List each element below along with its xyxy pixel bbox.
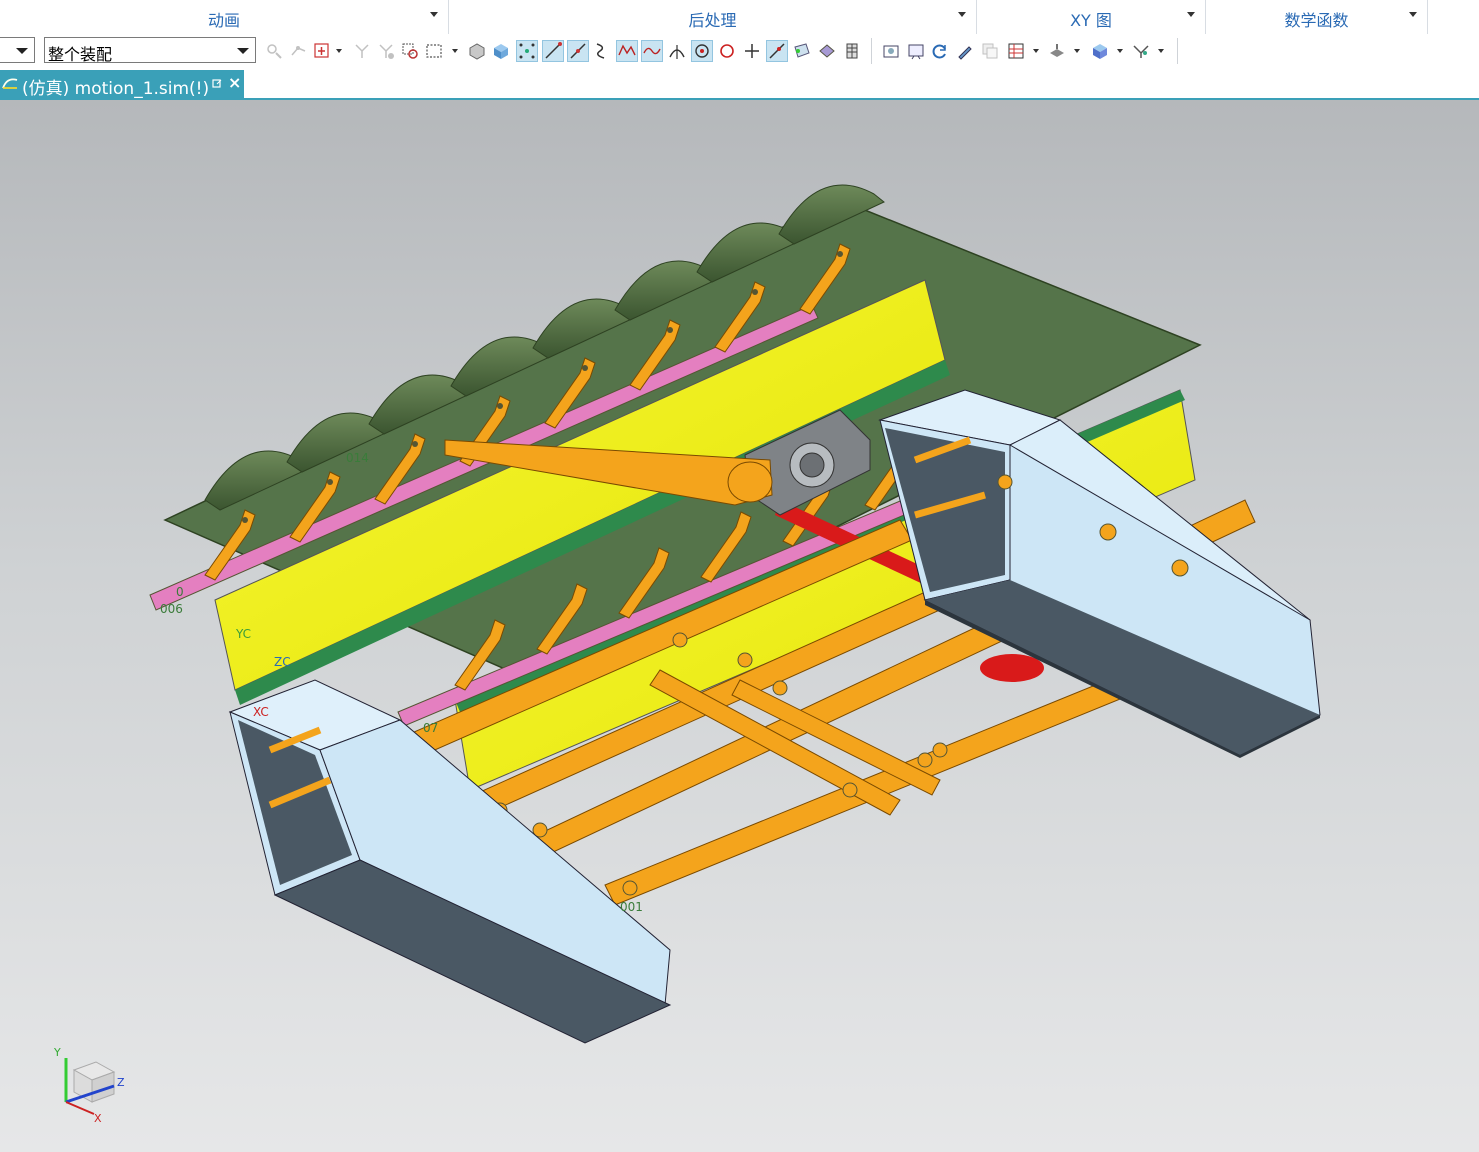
hex-nut bbox=[917, 752, 933, 768]
display-icon[interactable] bbox=[906, 41, 926, 61]
ribbon-group-xy-graph[interactable]: XY 图 bbox=[977, 0, 1206, 34]
control-point-icon[interactable] bbox=[641, 40, 663, 62]
model-label: 014 bbox=[346, 451, 369, 465]
ribbon-group-label: 动画 bbox=[207, 11, 240, 30]
layer-icon[interactable] bbox=[980, 41, 1000, 61]
ribbon-group-bar: 动画 后处理 XY 图 数学函数 bbox=[0, 0, 1479, 34]
red-cam-disc[interactable] bbox=[980, 654, 1044, 682]
model-label: 006 bbox=[160, 602, 183, 616]
hex-nut bbox=[842, 782, 858, 798]
chevron-down-icon[interactable] bbox=[1117, 49, 1123, 53]
surface-icon[interactable] bbox=[792, 41, 812, 61]
line-snap-icon[interactable] bbox=[542, 40, 564, 62]
chevron-down-icon[interactable] bbox=[1158, 49, 1164, 53]
tangent-icon[interactable] bbox=[667, 41, 687, 61]
chevron-down-icon[interactable] bbox=[1409, 12, 1417, 17]
document-tab[interactable]: (仿真) motion_1.sim(!) × bbox=[0, 70, 244, 99]
chevron-down-icon[interactable] bbox=[1033, 49, 1039, 53]
ribbon-group-label: 后处理 bbox=[688, 11, 737, 30]
hex-nut bbox=[932, 742, 948, 758]
selection-filter-combo[interactable] bbox=[0, 37, 35, 63]
table-icon[interactable] bbox=[1006, 41, 1026, 61]
filter-deselect-icon[interactable] bbox=[376, 41, 396, 61]
triad-z-label: Z bbox=[117, 1076, 125, 1089]
wcs-x-label: XC bbox=[253, 705, 269, 719]
wcs-z-label: ZC bbox=[274, 655, 291, 669]
bolt bbox=[242, 517, 248, 523]
link-arm-eye bbox=[727, 461, 773, 503]
point-on-curve-icon[interactable] bbox=[289, 41, 309, 61]
hex-nut bbox=[622, 880, 638, 896]
cross-icon[interactable] bbox=[742, 41, 762, 61]
document-tab-title: (仿真) motion_1.sim(!) bbox=[22, 79, 210, 99]
chevron-down-icon bbox=[16, 48, 28, 54]
selection-toolbar: 整个装配 bbox=[0, 34, 1479, 68]
chevron-down-icon[interactable] bbox=[430, 12, 438, 17]
bolt bbox=[412, 441, 418, 447]
ribbon-group-postprocessing[interactable]: 后处理 bbox=[449, 0, 977, 34]
undock-icon[interactable] bbox=[212, 79, 222, 89]
hex-nut bbox=[737, 652, 753, 668]
chevron-down-icon[interactable] bbox=[1074, 49, 1080, 53]
midpoint-icon[interactable] bbox=[567, 40, 589, 62]
shaded-cube-icon[interactable] bbox=[491, 41, 511, 61]
triad-y-label: Y bbox=[53, 1046, 61, 1059]
edit-icon[interactable] bbox=[955, 41, 975, 61]
bolt bbox=[837, 251, 843, 257]
rectangle-select-icon[interactable] bbox=[424, 41, 444, 61]
model-label: 07 bbox=[423, 721, 438, 735]
chevron-down-icon bbox=[237, 48, 249, 54]
graphics-viewport[interactable]: 014 0 006 YC ZC XC 07 001 Y Z X bbox=[0, 100, 1479, 1152]
render-icon[interactable] bbox=[881, 41, 901, 61]
toolbar-separator bbox=[1177, 38, 1178, 64]
select-all-icon[interactable] bbox=[400, 41, 420, 61]
assembly-scope-value: 整个装配 bbox=[48, 45, 113, 64]
toolbar-separator bbox=[871, 38, 872, 64]
snap-icon[interactable] bbox=[264, 41, 284, 61]
view-triad[interactable]: Y Z X bbox=[44, 1040, 134, 1130]
grid-icon[interactable] bbox=[842, 41, 862, 61]
document-tab-strip: (仿真) motion_1.sim(!) × bbox=[0, 68, 1479, 100]
ribbon-group-label: 数学函数 bbox=[1284, 11, 1349, 30]
line-point-icon[interactable] bbox=[766, 40, 788, 62]
vertex-snap-icon[interactable] bbox=[516, 40, 538, 62]
refresh-icon[interactable] bbox=[930, 41, 950, 61]
chevron-down-icon[interactable] bbox=[1187, 12, 1195, 17]
bolt bbox=[327, 479, 333, 485]
orient-icon[interactable] bbox=[1047, 41, 1067, 61]
center-icon[interactable] bbox=[691, 40, 713, 62]
circle-icon[interactable] bbox=[717, 41, 737, 61]
ribbon-group-animation[interactable]: 动画 bbox=[0, 0, 449, 34]
close-icon[interactable]: × bbox=[228, 73, 241, 92]
ribbon-group-label: XY 图 bbox=[1070, 11, 1112, 30]
hex-nut bbox=[772, 680, 788, 696]
conveyor-assembly-model[interactable]: 014 0 006 YC ZC XC 07 001 bbox=[0, 100, 1479, 1152]
bolt bbox=[497, 403, 503, 409]
assembly-scope-combo[interactable]: 整个装配 bbox=[44, 37, 256, 64]
cube-icon[interactable] bbox=[1090, 41, 1110, 61]
chevron-down-icon[interactable] bbox=[336, 49, 342, 53]
bolt bbox=[582, 365, 588, 371]
ribbon-group-math-functions[interactable]: 数学函数 bbox=[1206, 0, 1428, 34]
select-box-icon[interactable] bbox=[312, 41, 332, 61]
bolt bbox=[752, 289, 758, 295]
bolt bbox=[667, 327, 673, 333]
model-label: 001 bbox=[620, 900, 643, 914]
triad-x-label: X bbox=[94, 1112, 102, 1125]
filter-funnel-icon[interactable] bbox=[1131, 41, 1151, 61]
hex-nut bbox=[672, 632, 688, 648]
quadrant-icon[interactable] bbox=[817, 41, 837, 61]
chevron-down-icon[interactable] bbox=[958, 12, 966, 17]
spline-icon[interactable] bbox=[616, 40, 638, 62]
model-label: 0 bbox=[176, 585, 184, 599]
chevron-down-icon[interactable] bbox=[452, 49, 458, 53]
view-icon[interactable] bbox=[467, 41, 487, 61]
curve-icon[interactable] bbox=[592, 41, 612, 61]
wcs-y-label: YC bbox=[235, 627, 251, 641]
simulation-icon bbox=[2, 78, 18, 89]
filter-icon[interactable] bbox=[352, 41, 372, 61]
